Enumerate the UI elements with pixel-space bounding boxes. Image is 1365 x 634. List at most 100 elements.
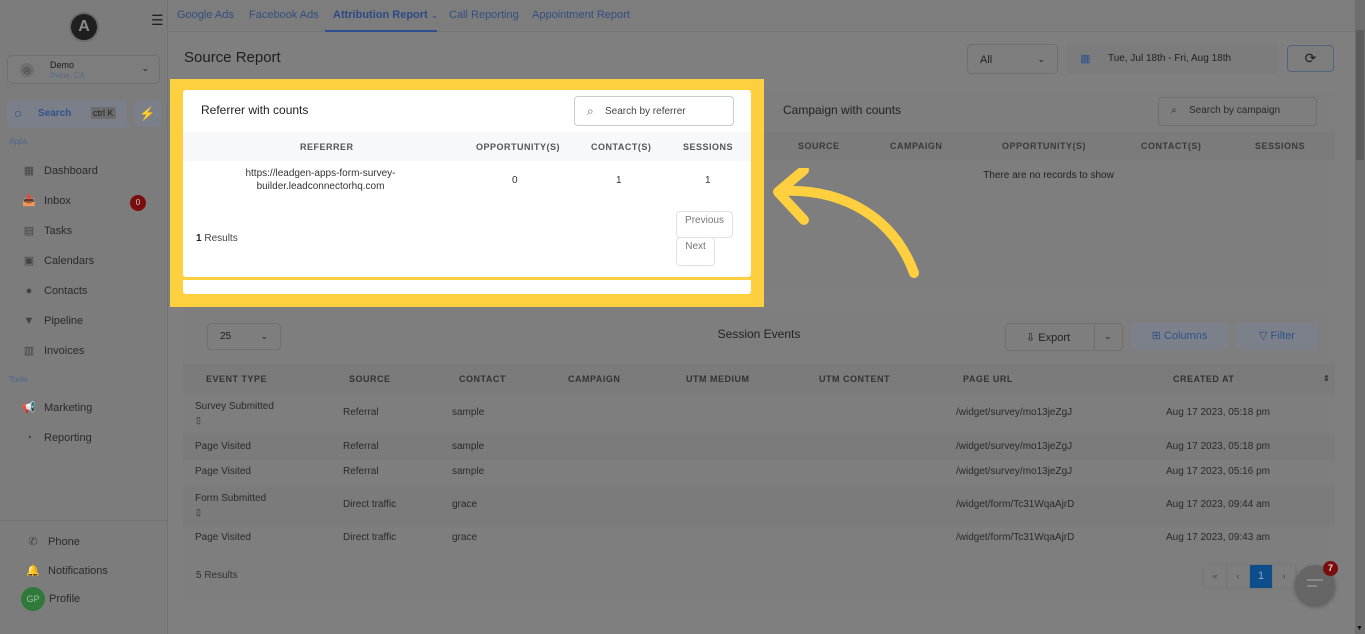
event-created-at: Aug 17 2023, 09:43 am — [1166, 532, 1270, 543]
clipboard-icon[interactable]: ▯ — [196, 415, 201, 426]
column-header: SESSIONS — [1255, 141, 1306, 151]
sidebar-item-label: Tasks — [44, 225, 73, 237]
previous-button[interactable]: Previous — [676, 211, 733, 238]
filter-button[interactable]: ▽ Filter — [1236, 323, 1318, 350]
sidebar-item-tasks[interactable]: ▤ Tasks — [22, 224, 72, 238]
campaign-search-input[interactable]: ⌕ Search by campaign — [1158, 97, 1317, 126]
search-shortcut: ctrl K — [91, 107, 116, 119]
refresh-button[interactable]: ⟳ — [1287, 45, 1334, 72]
chevron-down-icon[interactable]: ⌄ — [1104, 331, 1112, 342]
session-table-header: EVENT TYPE SOURCE CONTACT CAMPAIGN UTM M… — [183, 364, 1335, 394]
tab-facebook-ads[interactable]: Facebook Ads — [249, 9, 319, 21]
bell-icon: 🔔 — [26, 565, 40, 577]
referrer-search-input[interactable]: ⌕ Search by referrer — [574, 96, 734, 126]
calendar-icon: ▦ — [1080, 53, 1091, 65]
phone-icon: ✆ — [28, 536, 38, 548]
sidebar-item-label: Notifications — [48, 565, 108, 577]
event-created-at: Aug 17 2023, 05:18 pm — [1166, 441, 1270, 452]
event-type: Form Submitted — [195, 493, 267, 504]
event-page-url: /widget/survey/mo13jeZgJ — [956, 441, 1073, 452]
sidebar-search-button[interactable]: ○ Search ctrl K — [7, 100, 127, 128]
campaign-card-title: Campaign with counts — [783, 103, 902, 117]
search-icon: ○ — [14, 105, 23, 121]
event-type: Page Visited — [195, 441, 251, 452]
tab-attribution-report[interactable]: Attribution Report ⌄ — [333, 9, 438, 21]
tab-call-reporting[interactable]: Call Reporting — [449, 9, 519, 21]
clipboard-icon[interactable]: ▯ — [196, 507, 201, 518]
pipeline-icon: ▼ — [23, 315, 35, 327]
event-page-url: /widget/form/Tc31WqaAjrD — [956, 532, 1075, 543]
sidebar-item-notifications[interactable]: 🔔 Notifications — [26, 564, 108, 578]
next-page-button[interactable]: › — [1273, 565, 1296, 588]
columns-button[interactable]: ⊞ Columns — [1131, 323, 1228, 350]
sidebar-item-invoices[interactable]: ▥ Invoices — [22, 344, 85, 358]
chat-widget-button[interactable]: 7 — [1295, 561, 1338, 605]
date-range-picker[interactable]: ▦ Tue, Jul 18th - Fri, Aug 18th — [1066, 44, 1278, 74]
sidebar-item-marketing[interactable]: 📢 Marketing — [22, 401, 92, 415]
megaphone-icon: 📢 — [22, 402, 36, 414]
page-scrollbar[interactable]: ▼ — [1355, 0, 1365, 634]
event-source: Direct traffic — [343, 499, 397, 510]
sidebar-item-dashboard[interactable]: ▦ Dashboard — [22, 164, 98, 178]
export-text: Export — [1038, 332, 1071, 344]
sidebar-divider — [0, 520, 168, 521]
columns-icon: ⊞ — [1151, 330, 1161, 342]
filter-label: Filter — [1270, 330, 1295, 342]
event-source: Direct traffic — [343, 532, 397, 543]
column-header: REFERRER — [300, 142, 354, 152]
sidebar-item-pipeline[interactable]: ▼ Pipeline — [22, 314, 84, 328]
columns-label: Columns — [1163, 330, 1208, 342]
scrollbar-thumb[interactable] — [1356, 30, 1364, 160]
export-button[interactable]: ⇩ Export ⌄ — [1005, 323, 1123, 351]
column-header: EVENT TYPE — [206, 374, 268, 384]
sidebar-item-label: Profile — [49, 593, 81, 605]
event-contact: grace — [452, 499, 478, 510]
sidebar-item-label: Phone — [48, 536, 80, 548]
sidebar-item-profile[interactable]: GP Profile — [21, 587, 80, 611]
search-icon: ⌕ — [587, 104, 594, 118]
table-row: https://leadgen-apps-form-survey- builde… — [183, 161, 751, 201]
chevron-down-icon: ⌄ — [141, 63, 149, 73]
sidebar-item-label: Inbox — [44, 195, 71, 207]
column-header: CONTACT(S) — [1141, 141, 1202, 151]
chat-icon-line — [1307, 585, 1317, 587]
event-contact: grace — [452, 532, 478, 543]
sidebar-item-reporting[interactable]: ◔ Reporting — [22, 431, 92, 445]
chat-icon — [1307, 579, 1323, 581]
tab-google-ads[interactable]: Google Ads — [177, 9, 234, 21]
app-logo[interactable]: A — [69, 12, 99, 42]
prev-page-button[interactable]: ‹ — [1227, 565, 1250, 588]
first-page-button[interactable]: « — [1204, 565, 1227, 588]
sidebar-item-phone[interactable]: ✆ Phone — [26, 535, 80, 549]
dashboard-icon: ▦ — [23, 165, 35, 177]
column-header: CAMPAIGN — [890, 141, 943, 151]
opportunities-count: 0 — [512, 175, 518, 186]
event-page-url: /widget/form/Tc31WqaAjrD — [956, 499, 1075, 510]
sidebar-item-inbox[interactable]: 📥 Inbox — [22, 194, 71, 208]
event-source: Referral — [343, 407, 379, 418]
contacts-count: 1 — [616, 175, 622, 186]
table-row: Page Visited Referral sample /widget/sur… — [183, 434, 1335, 460]
sidebar-item-contacts[interactable]: ● Contacts — [22, 284, 88, 298]
sidebar-item-label: Reporting — [44, 432, 92, 444]
quick-actions-bolt-icon[interactable]: ⚡ — [134, 100, 161, 127]
sort-icon[interactable]: ⇕ — [1323, 374, 1330, 383]
cloud-download-icon: ⇩ — [1026, 332, 1036, 344]
sidebar-item-calendars[interactable]: ▣ Calendars — [22, 254, 94, 268]
table-row: Survey Submitted ▯ Referral sample /widg… — [183, 394, 1335, 434]
sidebar-item-label: Contacts — [44, 285, 88, 297]
page-1-button[interactable]: 1 — [1250, 565, 1273, 588]
referrer-card-title: Referrer with counts — [201, 103, 309, 117]
filter-icon: ▽ — [1259, 330, 1268, 342]
next-button[interactable]: Next — [676, 237, 715, 266]
location-switcher[interactable]: ◎ Demo Irvine, CA ⌄ — [7, 55, 160, 84]
tab-appointment-report[interactable]: Appointment Report — [532, 9, 630, 21]
table-row: Page Visited Referral sample /widget/sur… — [183, 460, 1335, 486]
apps-section-label: Apps — [9, 137, 28, 146]
referrer-url-line: builder.leadconnectorhq.com — [256, 181, 385, 192]
column-header: CAMPAIGN — [568, 374, 621, 384]
active-tab-indicator — [325, 30, 437, 32]
scroll-down-arrow-icon[interactable]: ▼ — [1356, 625, 1363, 632]
source-filter-select[interactable]: All ⌄ — [967, 44, 1058, 74]
collapse-menu-icon[interactable]: ☰ — [151, 12, 164, 29]
